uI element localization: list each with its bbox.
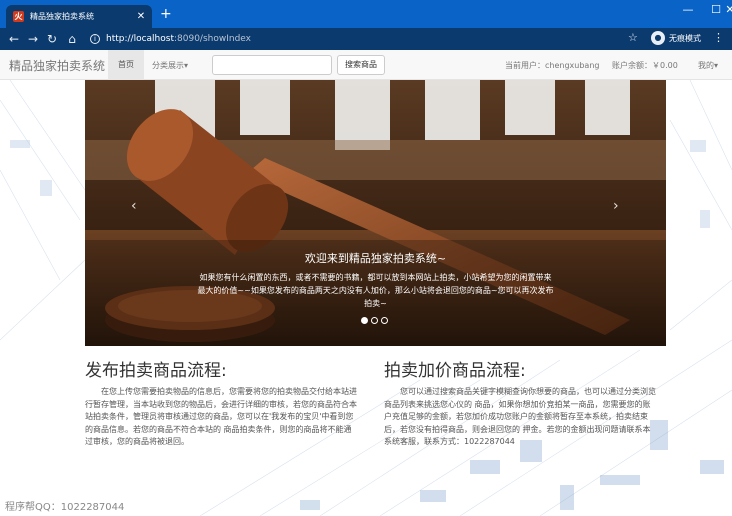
home-icon[interactable]: ⌂ [64, 31, 80, 47]
publish-flow-text: 在您上传您需要拍卖物品的信息后，您需要将您的拍卖物品交付给本站进行暂存管理，当本… [85, 387, 357, 446]
back-icon[interactable]: ← [6, 31, 22, 47]
minimize-icon[interactable]: — [674, 3, 702, 16]
carousel-prev-icon[interactable]: ‹ [131, 198, 137, 214]
search-input[interactable] [212, 55, 332, 75]
current-user: 当前用户：chengxubang [505, 61, 600, 70]
reload-icon[interactable]: ↻ [44, 31, 60, 47]
carousel-indicators [361, 317, 391, 324]
forward-icon[interactable]: → [25, 31, 41, 47]
info-icon[interactable]: i [90, 34, 100, 44]
incognito-indicator[interactable]: ● 无痕模式 [651, 31, 701, 45]
hero-carousel[interactable]: ‹ › 欢迎来到精品独家拍卖系统~ 如果您有什么闲置的东西，或者不需要的书籍，都… [85, 80, 666, 346]
browser-titlebar: 火 精品独家拍卖系统 ✕ + — ☐ ✕ [0, 0, 732, 28]
carousel-caption-title: 欢迎来到精品独家拍卖系统~ [304, 252, 447, 265]
close-window-icon[interactable]: ✕ [716, 3, 732, 16]
menu-kebab-icon[interactable]: ⋮ [713, 31, 724, 44]
incognito-label: 无痕模式 [669, 33, 701, 43]
bid-flow-text: 您可以通过搜索商品关键字模糊查询你想要的商品，也可以通过分类浏览商品列表来挑选您… [384, 387, 656, 446]
publish-flow-title: 发布拍卖商品流程: [85, 361, 227, 381]
incognito-icon: ● [651, 31, 665, 45]
site-brand[interactable]: 精品独家拍卖系统 [9, 57, 105, 74]
bid-flow-title: 拍卖加价商品流程: [384, 361, 526, 381]
nav-category-dropdown[interactable]: 分类展示▾ [152, 60, 188, 71]
footer-qq: 程序帮QQ：1022287044 [5, 502, 125, 513]
carousel-dot-2[interactable] [371, 317, 378, 324]
url-path: :8090/showIndex [173, 34, 251, 44]
browser-toolbar: ← → ↻ ⌂ i http://localhost:8090/showInde… [0, 28, 732, 50]
url-text: http://localhost:8090/showIndex [106, 34, 251, 44]
site-navbar: 精品独家拍卖系统 首页 分类展示▾ 搜索商品 当前用户：chengxubang … [0, 50, 732, 80]
my-menu-dropdown[interactable]: 我的▾ [698, 60, 718, 71]
carousel-caption-text: 如果您有什么闲置的东西，或者不需要的书籍，都可以放到本网站上拍卖，小站希望为您的… [197, 273, 554, 308]
nav-home[interactable]: 首页 [108, 50, 144, 80]
new-tab-icon[interactable]: + [160, 7, 172, 21]
tab-close-icon[interactable]: ✕ [134, 11, 148, 22]
url-host: http://localhost [106, 34, 174, 44]
browser-tab[interactable]: 火 精品独家拍卖系统 ✕ [6, 5, 152, 28]
bookmark-star-icon[interactable]: ☆ [628, 31, 638, 44]
carousel-dot-3[interactable] [381, 317, 388, 324]
tab-title: 精品独家拍卖系统 [30, 12, 94, 21]
favicon-icon: 火 [13, 11, 24, 22]
account-balance: 账户余额：￥0.00 [612, 61, 678, 70]
carousel-next-icon[interactable]: › [613, 198, 619, 214]
search-button[interactable]: 搜索商品 [337, 55, 385, 75]
carousel-dot-1[interactable] [361, 317, 368, 324]
address-bar[interactable]: i http://localhost:8090/showIndex [87, 30, 647, 48]
